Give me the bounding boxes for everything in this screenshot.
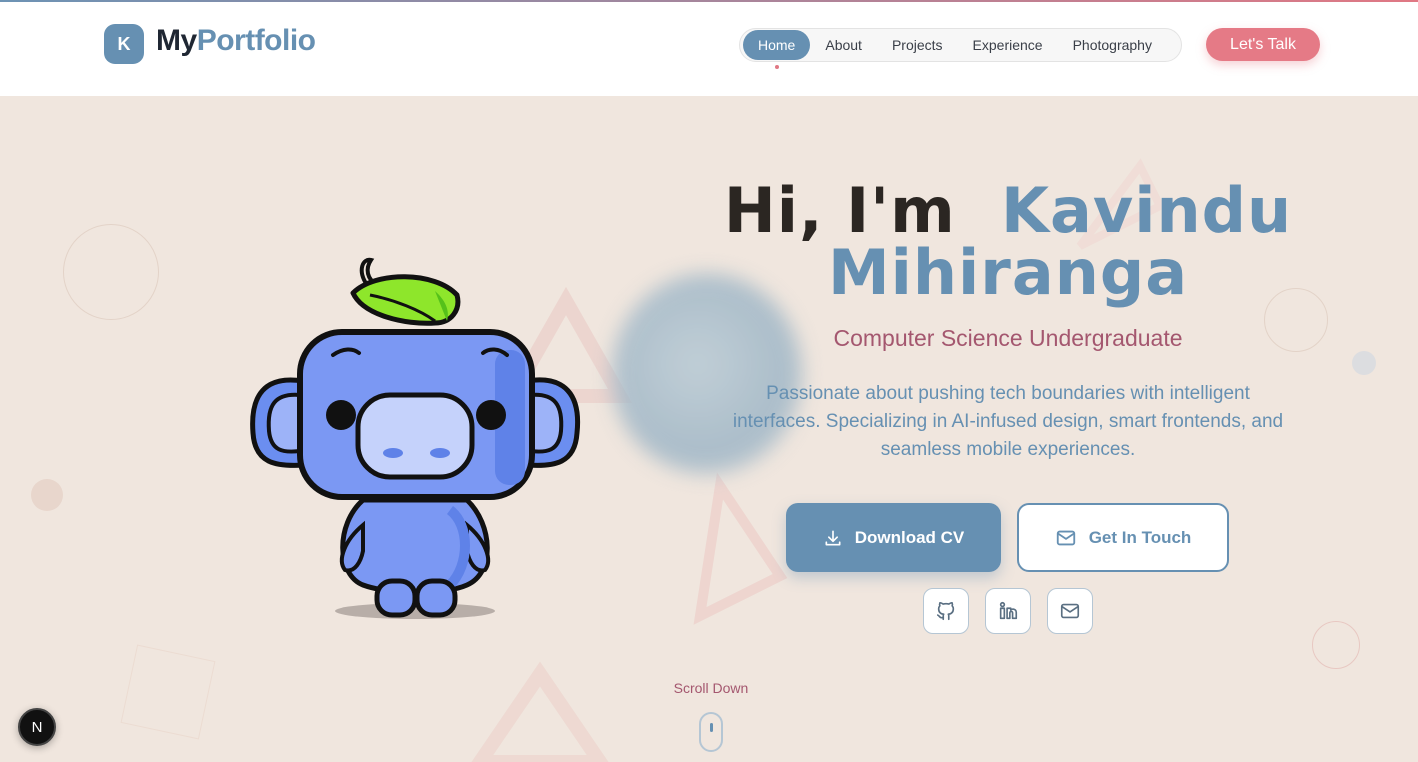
leaf-icon: [350, 257, 461, 326]
scroll-down-label: Scroll Down: [673, 680, 749, 696]
github-link[interactable]: [923, 588, 969, 634]
mail-icon: [1060, 603, 1080, 619]
nav-item-experience[interactable]: Experience: [958, 30, 1058, 60]
hero-subtitle: Computer Science Undergraduate: [833, 325, 1183, 351]
linkedin-icon: [999, 601, 1018, 620]
download-cv-label: Download CV: [854, 527, 965, 547]
hero-description: Passionate about pushing tech boundaries…: [732, 383, 1284, 460]
get-in-touch-label: Get In Touch: [1088, 527, 1192, 547]
site-header: K MyPortfolio Home About Projects Experi…: [0, 0, 1418, 96]
nav-item-home[interactable]: Home: [743, 30, 811, 60]
nav-item-projects[interactable]: Projects: [877, 30, 958, 60]
linkedin-link[interactable]: [985, 588, 1031, 634]
mail-icon: [1056, 530, 1075, 545]
github-icon: [936, 601, 955, 621]
get-in-touch-button[interactable]: Get In Touch: [1017, 503, 1229, 572]
download-cv-button[interactable]: Download CV: [786, 503, 1001, 572]
lets-talk-button[interactable]: Let's Talk: [1206, 28, 1320, 61]
nav-item-photography[interactable]: Photography: [1058, 30, 1167, 60]
logo-text: MyPortfolio: [156, 24, 316, 58]
hero-title: Hi, I'm Kavindu Mihiranga: [690, 180, 1326, 304]
hero-last-name: Mihiranga: [827, 236, 1189, 309]
main-nav: Home About Projects Experience Photograp…: [739, 28, 1182, 62]
logo-badge: K: [104, 24, 144, 64]
email-link[interactable]: [1047, 588, 1093, 634]
logo-text-portfolio: Portfolio: [196, 24, 316, 57]
download-icon: [825, 530, 841, 545]
mouse-wheel: [709, 723, 713, 732]
top-gradient-line: [0, 0, 1418, 2]
nav-item-about[interactable]: About: [810, 30, 877, 60]
scroll-mouse-icon[interactable]: [699, 712, 723, 752]
mascot-illustration: [250, 257, 581, 619]
dev-tools-badge[interactable]: N: [18, 708, 56, 746]
logo-text-my: My: [156, 24, 197, 57]
site-logo[interactable]: K MyPortfolio: [104, 24, 316, 64]
active-nav-indicator: [775, 65, 779, 69]
